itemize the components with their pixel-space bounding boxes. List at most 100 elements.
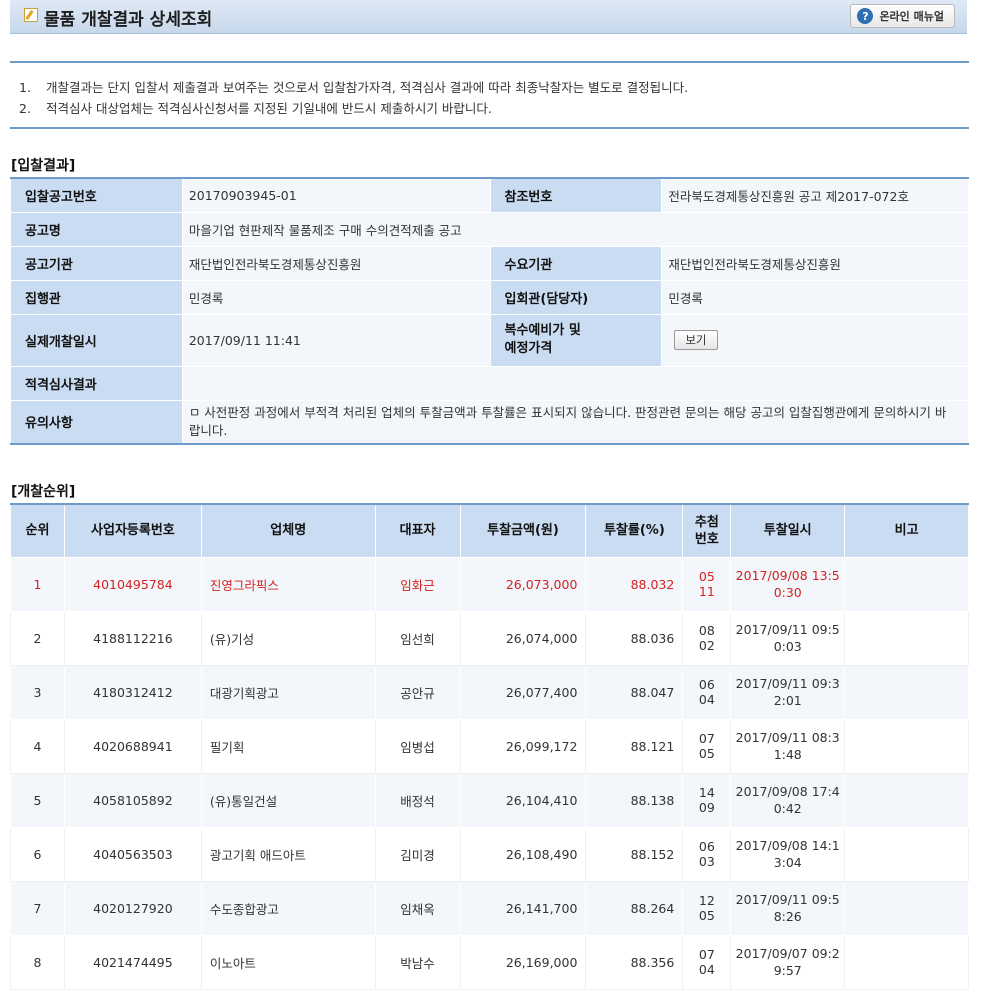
notice-item: 1. 개찰결과는 단지 입찰서 제출결과 보여주는 것으로서 입찰참가자격, 적격… <box>19 77 688 98</box>
notice-number: 2. <box>19 101 31 116</box>
value-multiple-price: 보기 <box>661 313 969 367</box>
help-icon: ? <box>857 8 874 24</box>
cell-note <box>844 610 969 666</box>
cell-rank: 8 <box>10 934 65 990</box>
cell-amount: 26,141,700 <box>459 880 587 936</box>
cell-ceo: 임선희 <box>374 610 461 666</box>
bid-result-table: 입찰공고번호 20170903945-01 참조번호 전라북도경제통상진흥원 공… <box>10 177 970 445</box>
cell-bid-time: 2017/09/08 13:50:30 <box>730 556 846 612</box>
value-qual-result <box>181 365 970 401</box>
table-row: 3 4180312412 대광기획광고 공안규 26,077,400 88.047 06 0… <box>10 664 969 720</box>
value-executor: 민경록 <box>181 279 491 315</box>
cell-bid-time: 2017/09/11 09:50:03 <box>730 610 846 666</box>
cell-rank: 4 <box>10 718 65 774</box>
cell-amount: 26,077,400 <box>459 664 587 720</box>
cell-rate: 88.138 <box>585 772 684 828</box>
cell-draw-no: 08 02 <box>682 610 732 666</box>
label-witness: 입회관(담당자) <box>489 279 663 315</box>
cell-draw-no: 06 04 <box>682 664 732 720</box>
label-executor: 집행관 <box>10 279 183 315</box>
cell-amount: 26,104,410 <box>459 772 587 828</box>
cell-amount: 26,169,000 <box>459 934 587 990</box>
label-opening-time: 실제개찰일시 <box>10 313 183 367</box>
cell-ceo: 배정석 <box>374 772 461 828</box>
notice-item: 2. 적격심사 대상업체는 적격심사신청서를 지정된 기일내에 반드시 제출하시기… <box>19 98 688 119</box>
cell-company: 광고기획 애드아트 <box>200 826 376 882</box>
value-ref-no: 전라북도경제통상진흥원 공고 제2017-072호 <box>661 177 969 213</box>
table-row: 6 4040563503 광고기획 애드아트 김미경 26,108,490 88.152 0… <box>10 826 969 882</box>
cell-ceo: 박남수 <box>374 934 461 990</box>
cell-note <box>844 556 969 612</box>
table-row: 1 4010495784 진영그라픽스 임화근 26,073,000 88.032 05 1… <box>10 556 969 612</box>
cell-note <box>844 934 969 990</box>
cell-biz-no: 4020127920 <box>63 880 202 936</box>
col-note: 비고 <box>844 503 969 558</box>
cell-amount: 26,074,000 <box>459 610 587 666</box>
bid-result-section-title: [입찰결과] <box>11 158 76 174</box>
cell-rank: 1 <box>10 556 65 612</box>
label-demand-agency: 수요기관 <box>489 245 663 281</box>
cell-rate: 88.264 <box>585 880 684 936</box>
label-multiple-price: 복수예비가 및 예정가격 <box>489 313 663 367</box>
cell-rate: 88.032 <box>585 556 684 612</box>
cell-rank: 5 <box>10 772 65 828</box>
cell-company: 대광기획광고 <box>200 664 376 720</box>
cell-draw-no: 07 04 <box>682 934 732 990</box>
cell-biz-no: 4020688941 <box>63 718 202 774</box>
cell-rate: 88.356 <box>585 934 684 990</box>
label-notice-name: 공고명 <box>10 211 183 247</box>
cell-draw-no: 14 09 <box>682 772 732 828</box>
cell-bid-time: 2017/09/11 09:58:26 <box>730 880 846 936</box>
table-row: 5 4058105892 (유)통일건설 배정석 26,104,410 88.138 14 … <box>10 772 969 828</box>
cell-ceo: 김미경 <box>374 826 461 882</box>
cell-bid-time: 2017/09/08 17:40:42 <box>730 772 846 828</box>
label-ref-no: 참조번호 <box>489 177 663 213</box>
value-witness: 민경록 <box>661 279 969 315</box>
col-bid-time: 투찰일시 <box>730 503 846 558</box>
cell-draw-no: 06 03 <box>682 826 732 882</box>
online-manual-button[interactable]: ? 온라인 매뉴얼 <box>850 4 955 28</box>
value-caution: ㅁ 사전판정 과정에서 부적격 처리된 업체의 투찰금액과 투찰률은 표시되지 … <box>181 399 970 445</box>
ranking-table: 순위 사업자등록번호 업체명 대표자 투찰금액(원) 투찰률(%) 추첨 번호 … <box>10 503 969 990</box>
col-ceo: 대표자 <box>374 503 461 558</box>
table-row: 4 4020688941 필기획 임병섭 26,099,172 88.121 07 05 20… <box>10 718 969 774</box>
cell-ceo: 임병섭 <box>374 718 461 774</box>
value-notice-no: 20170903945-01 <box>181 177 491 213</box>
cell-company: 진영그라픽스 <box>200 556 376 612</box>
cell-ceo: 공안규 <box>374 664 461 720</box>
label-caution: 유의사항 <box>10 399 183 445</box>
cell-biz-no: 4021474495 <box>63 934 202 990</box>
cell-amount: 26,108,490 <box>459 826 587 882</box>
cell-bid-time: 2017/09/07 09:29:57 <box>730 934 846 990</box>
cell-rate: 88.152 <box>585 826 684 882</box>
cell-company: 수도종합광고 <box>200 880 376 936</box>
cell-note <box>844 826 969 882</box>
cell-company: (유)기성 <box>200 610 376 666</box>
cell-note <box>844 880 969 936</box>
col-draw-no: 추첨 번호 <box>682 503 732 558</box>
view-button[interactable]: 보기 <box>674 330 718 350</box>
value-opening-time: 2017/09/11 11:41 <box>181 313 491 367</box>
cell-biz-no: 4040563503 <box>63 826 202 882</box>
cell-note <box>844 772 969 828</box>
cell-rank: 6 <box>10 826 65 882</box>
table-row: 7 4020127920 수도종합광고 임채옥 26,141,700 88.264 12 0… <box>10 880 969 936</box>
cell-company: 이노아트 <box>200 934 376 990</box>
table-row: 2 4188112216 (유)기성 임선희 26,074,000 88.036 08 02… <box>10 610 969 666</box>
pencil-note-icon <box>24 8 38 22</box>
cell-biz-no: 4180312412 <box>63 664 202 720</box>
notice-number: 1. <box>19 80 31 95</box>
cell-draw-no: 05 11 <box>682 556 732 612</box>
cell-rank: 3 <box>10 664 65 720</box>
notice-text: 개찰결과는 단지 입찰서 제출결과 보여주는 것으로서 입찰참가자격, 적격심사… <box>46 80 689 95</box>
cell-draw-no: 12 05 <box>682 880 732 936</box>
cell-amount: 26,099,172 <box>459 718 587 774</box>
col-rate: 투찰률(%) <box>585 503 684 558</box>
col-amount: 투찰금액(원) <box>459 503 587 558</box>
cell-note <box>844 718 969 774</box>
notice-box: 1. 개찰결과는 단지 입찰서 제출결과 보여주는 것으로서 입찰참가자격, 적격… <box>10 61 969 129</box>
label-notice-agency: 공고기관 <box>10 245 183 281</box>
value-notice-agency: 재단법인전라북도경제통상진흥원 <box>181 245 491 281</box>
col-company: 업체명 <box>200 503 376 558</box>
label-qual-result: 적격심사결과 <box>10 365 183 401</box>
